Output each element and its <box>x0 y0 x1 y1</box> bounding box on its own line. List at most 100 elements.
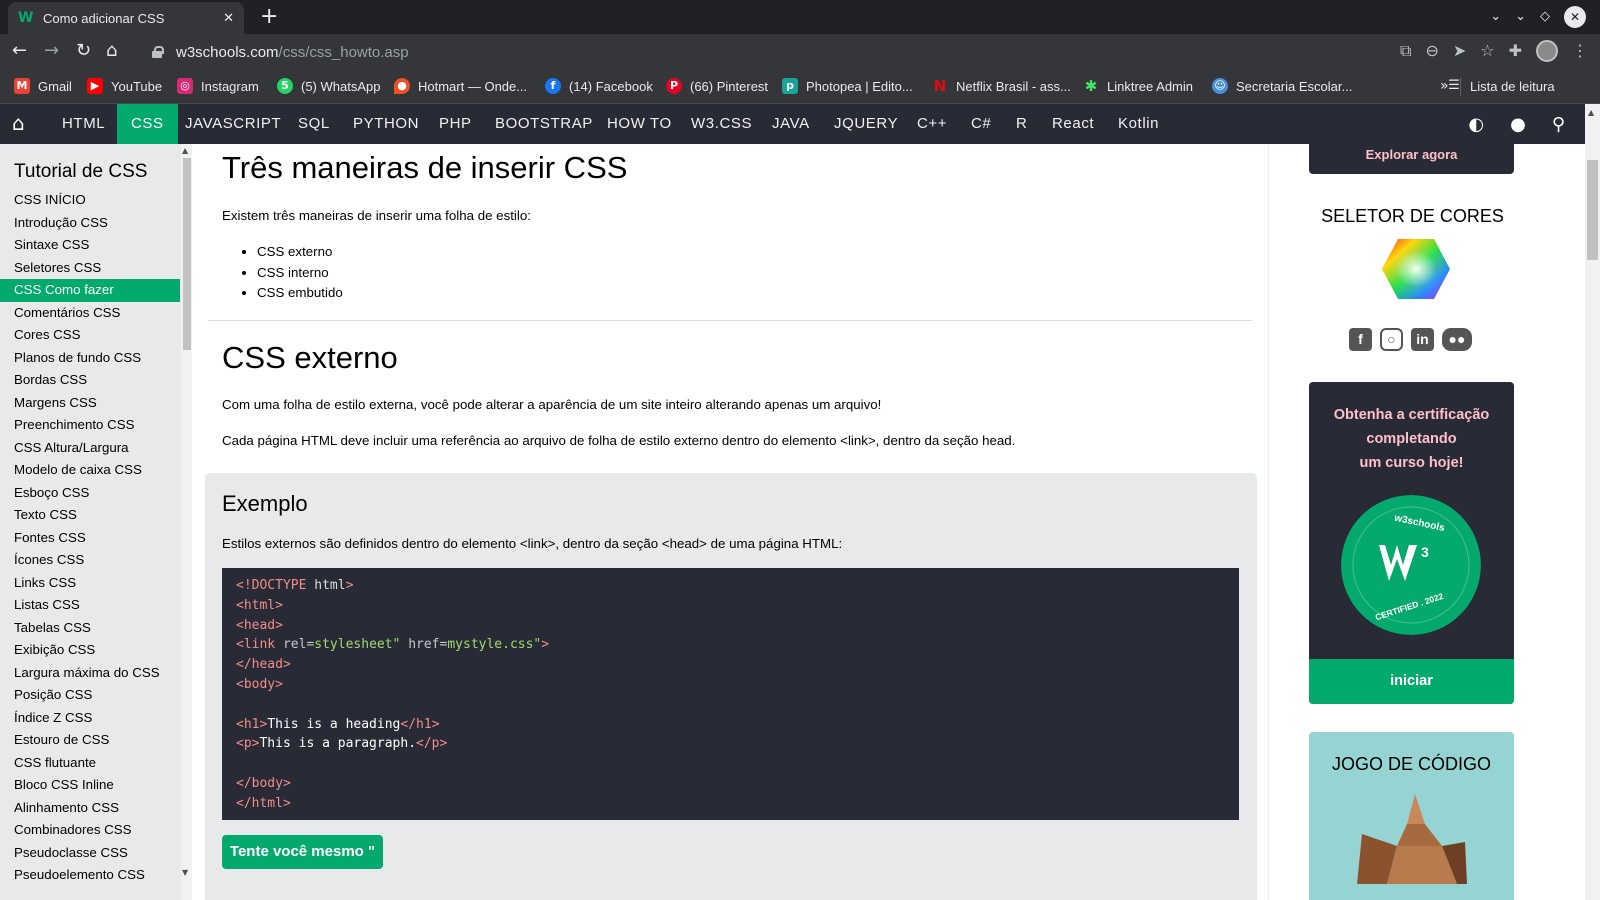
reading-list-button[interactable]: ☰ Lista de leitura <box>1446 78 1554 94</box>
new-tab-icon[interactable]: + <box>260 4 278 30</box>
facebook-icon[interactable]: f <box>1349 328 1372 351</box>
nav-python[interactable]: PYTHON <box>339 104 433 144</box>
home-icon[interactable]: ⌂ <box>106 40 117 62</box>
explore-link[interactable]: Explorar agora <box>1309 147 1514 162</box>
instagram-icon[interactable]: ○ <box>1380 328 1403 351</box>
nav-php[interactable]: PHP <box>425 104 486 144</box>
scroll-up-icon[interactable]: ▲ <box>182 146 188 155</box>
restore-icon[interactable]: ◇ <box>1540 6 1550 28</box>
back-icon[interactable]: ← <box>12 40 27 62</box>
zoom-icon[interactable]: ⊖ <box>1425 40 1438 62</box>
color-picker-title[interactable]: SELETOR DE CORES <box>1269 206 1556 227</box>
nav-w3css[interactable]: W3.CSS <box>677 104 766 144</box>
window-close-icon[interactable]: ✕ <box>1564 6 1586 28</box>
sidebar-item[interactable]: Introdução CSS <box>0 212 180 235</box>
sidebar-item[interactable]: Esboço CSS <box>0 482 180 505</box>
globe-icon[interactable]: ● <box>1510 114 1526 135</box>
sidebar-item[interactable]: Pseudoclasse CSS <box>0 842 180 865</box>
try-it-yourself-button[interactable]: Tente você mesmo " <box>222 835 383 869</box>
discord-icon[interactable]: ●● <box>1442 328 1472 351</box>
browser-tab[interactable]: W Como adicionar CSS ✕ <box>8 2 244 34</box>
code-game-banner[interactable]: JOGO DE CÓDIGO <box>1309 732 1514 900</box>
page-scroll-up-icon[interactable]: ▲ <box>1588 108 1594 117</box>
nav-sql[interactable]: SQL <box>284 104 344 144</box>
reload-icon[interactable]: ↻ <box>76 40 91 62</box>
minimize-icon[interactable]: ⌄ <box>1515 6 1526 28</box>
translate-icon[interactable]: ⧉ <box>1400 40 1411 62</box>
sidebar-item[interactable]: Bloco CSS Inline <box>0 774 180 797</box>
sidebar-scrollbar-thumb[interactable] <box>183 158 191 350</box>
lock-icon[interactable] <box>152 46 164 58</box>
nav-react[interactable]: React <box>1038 104 1108 144</box>
sidebar-item[interactable]: Posição CSS <box>0 684 180 707</box>
sidebar-item[interactable]: Exibição CSS <box>0 639 180 662</box>
send-icon[interactable]: ➤ <box>1453 40 1466 62</box>
sidebar-item[interactable]: Estouro de CSS <box>0 729 180 752</box>
sidebar-item[interactable]: Margens CSS <box>0 392 180 415</box>
nav-csharp[interactable]: C# <box>957 104 1005 144</box>
sidebar-item[interactable]: Links CSS <box>0 572 180 595</box>
bookmark-item[interactable]: N Netflix Brasil - ass... <box>932 78 1071 94</box>
sidebar-item[interactable]: Pseudoelemento CSS <box>0 864 180 887</box>
sidebar-item[interactable]: Seletores CSS <box>0 257 180 280</box>
sidebar-item[interactable]: Cores CSS <box>0 324 180 347</box>
sidebar-item[interactable]: Bordas CSS <box>0 369 180 392</box>
start-button[interactable]: iniciar <box>1309 659 1514 704</box>
nav-java[interactable]: JAVA <box>758 104 824 144</box>
sidebar-item[interactable]: CSS Como fazer <box>0 279 180 302</box>
nav-bootstrap[interactable]: BOOTSTRAP <box>481 104 607 144</box>
sidebar-item[interactable]: CSS Altura/Largura <box>0 437 180 460</box>
sidebar-item[interactable]: Listas CSS <box>0 594 180 617</box>
tab-search-icon[interactable]: ⌄ <box>1490 6 1501 28</box>
nav-cpp[interactable]: C++ <box>903 104 961 144</box>
bookmark-item[interactable]: P (66) Pinterest <box>666 78 768 94</box>
nav-html[interactable]: HTML <box>48 104 119 144</box>
extensions-icon[interactable]: ✚ <box>1509 40 1522 62</box>
sidebar-item[interactable]: Índice Z CSS <box>0 707 180 730</box>
tab-close-icon[interactable]: ✕ <box>223 11 234 26</box>
sidebar-item[interactable]: Texto CSS <box>0 504 180 527</box>
sidebar-item[interactable]: Largura máxima do CSS <box>0 662 180 685</box>
bookmark-item[interactable]: M Gmail <box>14 78 72 94</box>
sidebar-item[interactable]: Fontes CSS <box>0 527 180 550</box>
home-icon[interactable]: ⌂ <box>12 112 34 134</box>
nav-javascript[interactable]: JAVASCRIPT <box>171 104 295 144</box>
sidebar-item[interactable]: Sintaxe CSS <box>0 234 180 257</box>
sidebar-item[interactable]: Comentários CSS <box>0 302 180 325</box>
sidebar-item[interactable]: CSS INÍCIO <box>0 189 180 212</box>
bookmark-item[interactable]: ✱ Linktree Admin <box>1083 78 1193 94</box>
profile-avatar[interactable] <box>1536 40 1558 62</box>
sidebar-item[interactable]: Alinhamento CSS <box>0 797 180 820</box>
nav-kotlin[interactable]: Kotlin <box>1104 104 1173 144</box>
nav-r[interactable]: R <box>1002 104 1041 144</box>
bookmark-item[interactable]: ◎ Instagram <box>177 78 259 94</box>
address-bar[interactable]: w3schools.com/css/css_howto.asp <box>142 37 1370 67</box>
forward-icon[interactable]: → <box>44 40 59 62</box>
scroll-down-icon[interactable]: ▼ <box>182 868 188 877</box>
bookmark-item[interactable]: p Photopea | Edito... <box>782 78 913 94</box>
bookmark-star-icon[interactable]: ☆ <box>1480 40 1494 62</box>
dark-mode-icon[interactable]: ◐ <box>1468 114 1484 135</box>
nav-jquery[interactable]: JQUERY <box>820 104 912 144</box>
sidebar-item[interactable]: Tabelas CSS <box>0 617 180 640</box>
sidebar-item[interactable]: Preenchimento CSS <box>0 414 180 437</box>
menu-icon[interactable]: ⋮ <box>1572 40 1588 62</box>
bookmark-item[interactable]: 5 (5) WhatsApp <box>277 78 380 94</box>
bookmark-item[interactable]: ▶ YouTube <box>87 78 162 94</box>
sidebar-item[interactable]: Ícones CSS <box>0 549 180 572</box>
sidebar-item[interactable]: Combinadores CSS <box>0 819 180 842</box>
sidebar-item[interactable]: CSS flutuante <box>0 752 180 775</box>
example-title: Exemplo <box>222 491 308 516</box>
bookmark-item[interactable]: ☺ Secretaria Escolar... <box>1212 78 1352 94</box>
color-picker-icon[interactable] <box>1381 238 1451 300</box>
bookmark-item[interactable]: f (14) Facebook <box>545 78 653 94</box>
search-icon[interactable]: ⚲ <box>1552 114 1565 135</box>
sidebar-item[interactable]: Planos de fundo CSS <box>0 347 180 370</box>
page-scrollbar-thumb[interactable] <box>1587 160 1598 260</box>
bookmark-item[interactable]: ● Hotmart — Onde... <box>394 78 527 94</box>
nav-how-to[interactable]: HOW TO <box>593 104 686 144</box>
topnav-tools: ◐ ● ⚲ <box>1468 104 1565 144</box>
linkedin-icon[interactable]: in <box>1411 328 1434 351</box>
nav-css[interactable]: CSS <box>117 104 178 144</box>
sidebar-item[interactable]: Modelo de caixa CSS <box>0 459 180 482</box>
